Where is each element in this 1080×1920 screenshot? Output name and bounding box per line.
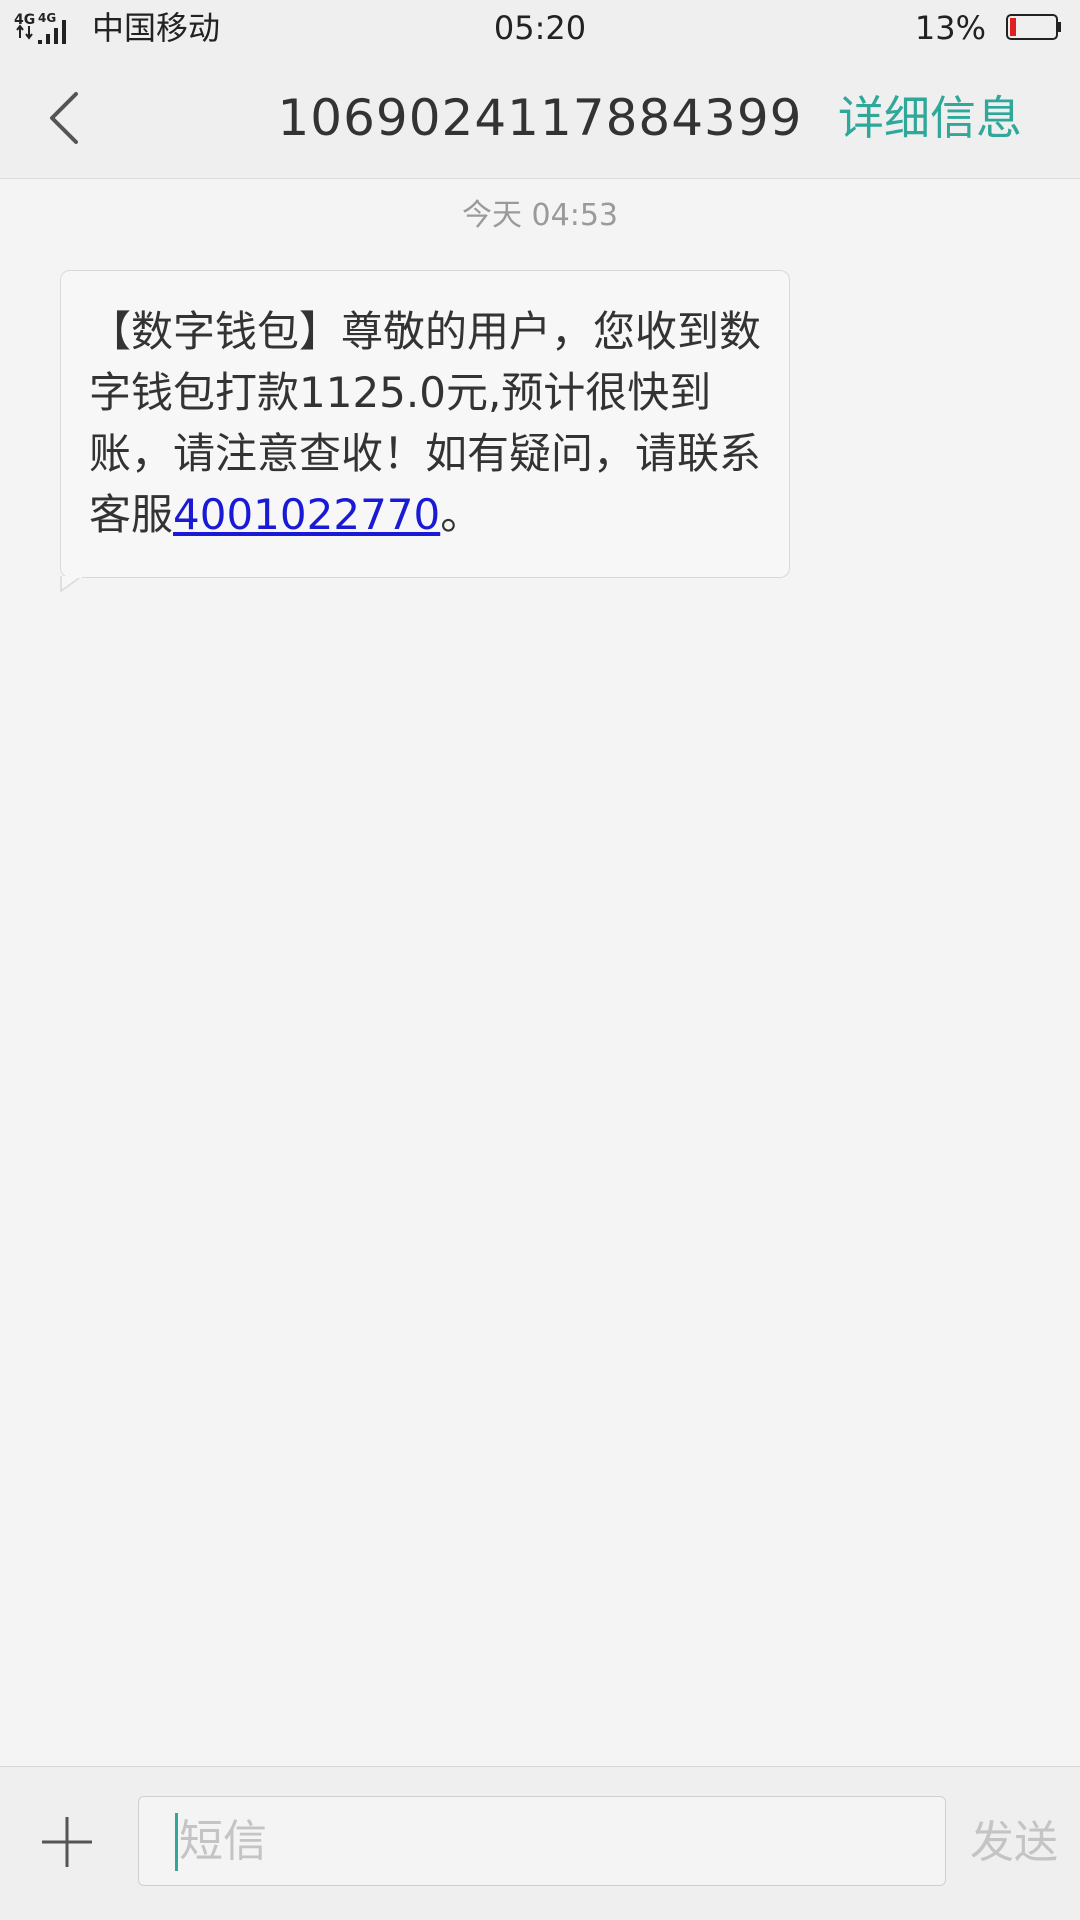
message-input[interactable] <box>179 1807 919 1875</box>
message-bubble[interactable]: 【数字钱包】尊敬的用户，您收到数字钱包打款1125.0元,预计很快到账，请注意查… <box>60 270 790 578</box>
details-button[interactable]: 详细信息 <box>838 86 1022 150</box>
composer-bar: 发送 <box>0 1766 1080 1920</box>
messaging-screen: 4G 4G 中国移动 05:20 13% 1069024117884399 详细… <box>0 0 1080 1920</box>
message-text: 【数字钱包】尊敬的用户，您收到数字钱包打款1125.0元,预计很快到账，请注意查… <box>89 301 761 545</box>
phone-number-link[interactable]: 4001022770 <box>173 490 440 539</box>
conversation-header: 1069024117884399 详细信息 <box>0 58 1080 179</box>
status-bar: 4G 4G 中国移动 05:20 13% <box>0 0 1080 58</box>
text-cursor <box>175 1813 178 1871</box>
bubble-tail <box>60 576 83 592</box>
send-button[interactable]: 发送 <box>970 1811 1058 1875</box>
plus-icon <box>42 1817 92 1867</box>
battery-level-fill <box>1010 18 1016 36</box>
message-timestamp: 今天 04:53 <box>462 198 618 233</box>
battery-icon <box>1006 14 1061 40</box>
battery-percentage: 13% <box>914 9 986 47</box>
message-end-punctuation: 。 <box>440 490 483 539</box>
message-input-box[interactable] <box>138 1796 946 1886</box>
add-attachment-button[interactable] <box>38 1813 96 1871</box>
